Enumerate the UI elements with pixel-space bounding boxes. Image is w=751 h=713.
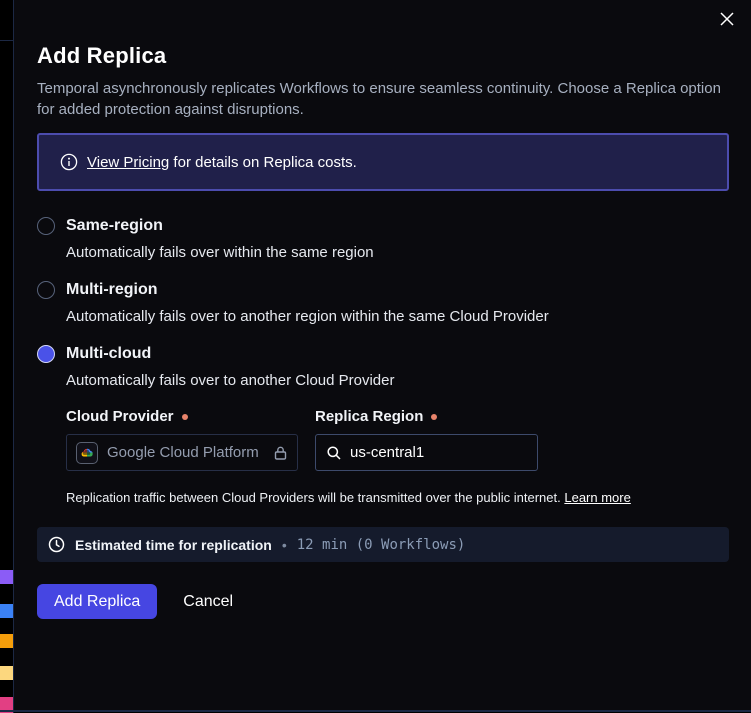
estimate-label: Estimated time for replication [75, 537, 272, 553]
required-dot [431, 414, 437, 420]
radio-same-region[interactable] [37, 217, 55, 235]
replica-region-field: Replica Region [315, 408, 538, 471]
required-dot [182, 414, 188, 420]
option-desc-multi-region: Automatically fails over to another regi… [66, 307, 549, 327]
close-icon[interactable] [718, 10, 736, 28]
estimate-value: 12 min (0 Workflows) [297, 537, 466, 553]
estimate-separator: • [282, 537, 287, 553]
option-label-multi-region[interactable]: Multi-region [66, 280, 549, 300]
replica-region-input[interactable] [350, 444, 549, 461]
search-icon [326, 445, 342, 461]
option-label-same-region[interactable]: Same-region [66, 216, 374, 236]
radio-option-same-region: Same-region Automatically fails over wit… [37, 216, 729, 263]
radio-multi-region[interactable] [37, 281, 55, 299]
page-title: Add Replica [37, 43, 729, 69]
radio-option-multi-region: Multi-region Automatically fails over to… [37, 280, 729, 327]
radio-multi-cloud[interactable] [37, 345, 55, 363]
option-label-multi-cloud[interactable]: Multi-cloud [66, 344, 729, 364]
background-page-strip [0, 0, 13, 713]
view-pricing-link[interactable]: View Pricing [87, 154, 169, 171]
option-desc-same-region: Automatically fails over within the same… [66, 243, 374, 263]
public-internet-note-text: Replication traffic between Cloud Provid… [66, 490, 561, 505]
cloud-provider-value: Google Cloud Platform [107, 444, 264, 461]
gcp-icon [76, 442, 98, 464]
screen: Add Replica Temporal asynchronously repl… [0, 0, 751, 713]
add-replica-modal: Add Replica Temporal asynchronously repl… [14, 0, 751, 710]
learn-more-link[interactable]: Learn more [564, 490, 630, 505]
option-desc-multi-cloud: Automatically fails over to another Clou… [66, 371, 729, 391]
pricing-banner: View Pricing for details on Replica cost… [37, 133, 729, 191]
background-bottom-divider [0, 710, 751, 712]
modal-description: Temporal asynchronously replicates Workf… [37, 78, 729, 120]
info-icon [60, 153, 78, 171]
multi-cloud-form: Cloud Provider [66, 408, 729, 506]
modal-actions: Add Replica Cancel [37, 584, 729, 619]
cloud-provider-field: Cloud Provider [66, 408, 298, 471]
cloud-provider-select[interactable]: Google Cloud Platform [66, 434, 298, 471]
estimate-banner: Estimated time for replication • 12 min … [37, 527, 729, 562]
pricing-banner-text: View Pricing for details on Replica cost… [87, 154, 357, 171]
purple-block [0, 570, 13, 584]
cloud-provider-label-text: Cloud Provider [66, 408, 174, 425]
yellow-block [0, 666, 13, 680]
replica-region-input-box [315, 434, 538, 471]
lock-icon [273, 445, 288, 461]
public-internet-note: Replication traffic between Cloud Provid… [66, 490, 729, 506]
cancel-button[interactable]: Cancel [183, 593, 233, 611]
pricing-banner-suffix: for details on Replica costs. [169, 154, 357, 171]
replica-option-group: Same-region Automatically fails over wit… [37, 216, 729, 391]
add-replica-button[interactable]: Add Replica [37, 584, 157, 619]
clock-icon [48, 536, 65, 553]
orange-block [0, 634, 13, 648]
replica-region-label: Replica Region [315, 408, 538, 425]
cloud-provider-label: Cloud Provider [66, 408, 298, 425]
replica-region-label-text: Replica Region [315, 408, 423, 425]
background-header-divider [0, 40, 13, 41]
radio-option-multi-cloud: Multi-cloud Automatically fails over to … [37, 344, 729, 391]
blue-block [0, 604, 13, 618]
